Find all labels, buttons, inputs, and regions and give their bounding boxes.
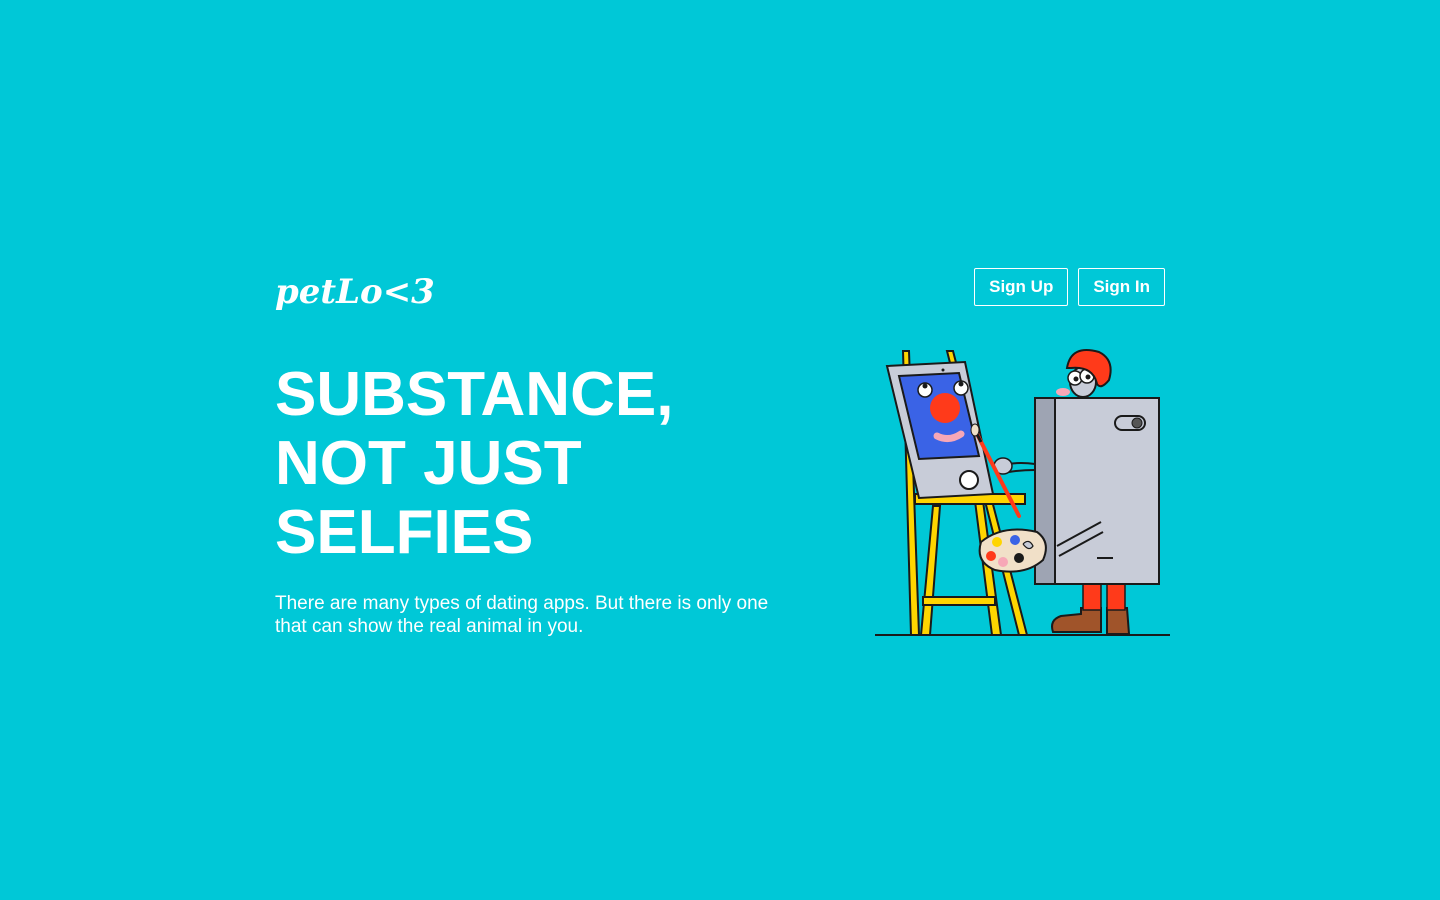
hero-section: petLo<3 Sign Up Sign In SUBSTANCE, NOT J… [275,268,1170,640]
sign-in-button[interactable]: Sign In [1078,268,1165,306]
brand-logo[interactable]: petLo<3 [275,272,435,312]
painter-at-easel-illustration [875,346,1170,638]
auth-nav: Sign Up Sign In [974,268,1165,306]
hero-headline: SUBSTANCE, NOT JUST SELFIES [275,360,795,567]
hero-subtext: There are many types of dating apps. But… [275,593,769,637]
headline-line: SELFIES [275,498,534,567]
headline-line: NOT JUST [275,429,582,498]
sign-up-button[interactable]: Sign Up [974,268,1069,306]
headline-line: SUBSTANCE, [275,360,674,429]
